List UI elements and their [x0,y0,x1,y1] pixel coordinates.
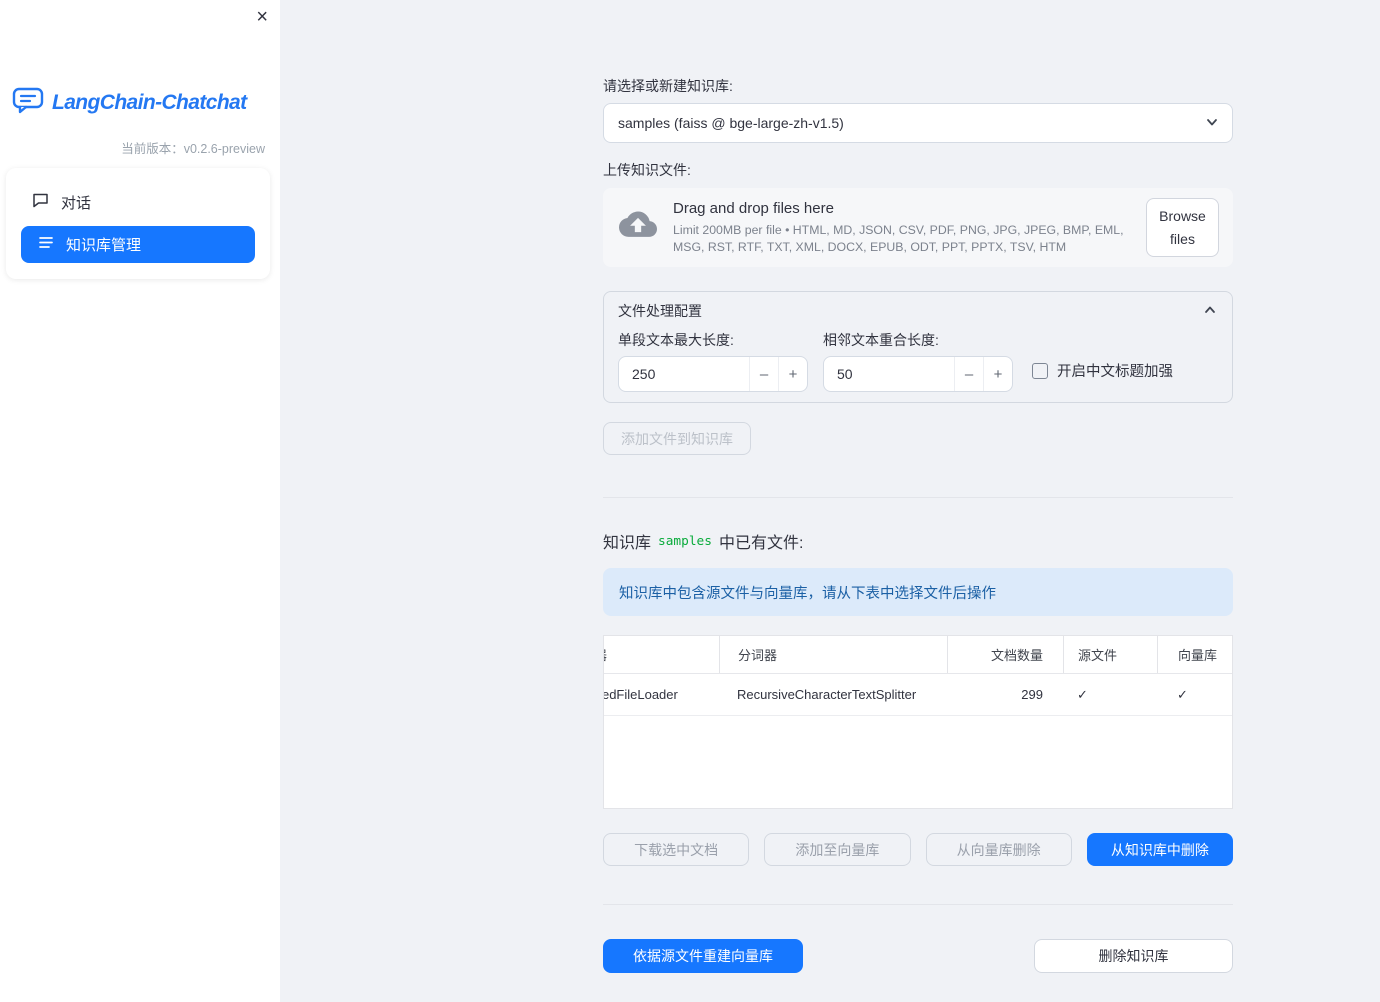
kb-files-table[interactable]: 文档加载器 分词器 文档数量 源文件 向量库 UnstructuredFileL… [603,635,1233,809]
overlap-size-input[interactable]: 50 – + [823,356,1013,392]
table-header-row: 文档加载器 分词器 文档数量 源文件 向量库 [604,636,1232,674]
chevron-up-icon [1202,302,1218,321]
delete-kb-button[interactable]: 删除知识库 [1034,939,1233,973]
kb-name-code: samples [658,533,712,549]
kb-selectbox[interactable]: samples (faiss @ bge-large-zh-v1.5) [603,103,1233,143]
file-config-expander: 文件处理配置 单段文本最大长度: 250 – + 相邻文本重合长度: 50 – … [603,291,1233,403]
main-area: 请选择或新建知识库: samples (faiss @ bge-large-zh… [280,0,1380,1002]
overlap-size-group: 相邻文本重合长度: 50 – + [823,330,1013,392]
cell-loader: UnstructuredFileLoader [604,687,678,702]
overlap-size-increment-button[interactable]: + [983,357,1012,391]
chat-bubble-icon [32,192,49,212]
existing-files-prefix: 知识库 [603,535,652,552]
file-actions-row: 下载选中文档 添加至向量库 从向量库删除 从知识库中删除 [603,833,1233,866]
version-label: 当前版本：v0.2.6-preview [121,142,265,156]
cell-splitter: RecursiveCharacterTextSplitter [737,687,917,702]
chunk-size-decrement-button[interactable]: – [749,357,778,391]
chunk-size-input[interactable]: 250 – + [618,356,808,392]
zh-title-enhance-checkbox[interactable]: 开启中文标题加强 [1032,360,1173,381]
col-header-doc-count: 文档数量 [947,636,1063,673]
chunk-size-group: 单段文本最大长度: 250 – + [618,330,808,392]
browse-files-button[interactable]: Browse files [1146,198,1219,257]
col-header-source: 源文件 [1063,636,1157,673]
zh-title-enhance-label: 开启中文标题加强 [1057,364,1173,380]
existing-files-line: 知识库 samples 中已有文件: [603,529,1233,553]
kb-select-label: 请选择或新建知识库: [603,78,733,94]
add-to-vector-button[interactable]: 添加至向量库 [764,833,911,866]
sidebar-close-icon[interactable]: × [256,4,268,30]
col-header-splitter: 分词器 [719,636,947,673]
list-icon [38,235,54,254]
sidebar-item-label: 对话 [61,194,92,212]
drag-drop-text: Drag and drop files here [673,199,834,217]
chat-logo-icon [12,86,44,119]
upload-limit-text: Limit 200MB per file • HTML, MD, JSON, C… [673,222,1124,254]
chunk-size-label: 单段文本最大长度: [618,332,734,348]
file-config-expander-header[interactable]: 文件处理配置 [604,292,1232,330]
col-header-loader: 文档加载器 [604,636,719,673]
cloud-upload-icon [619,211,657,244]
sidebar-menu: 对话 知识库管理 [6,168,270,279]
overlap-size-value: 50 [837,366,853,382]
app-title: LangChain-Chatchat [52,90,247,114]
file-config-body: 单段文本最大长度: 250 – + 相邻文本重合长度: 50 – + 开启中文标… [604,330,1232,402]
chunk-size-value: 250 [632,366,656,382]
uploader-text-block: Drag and drop files here Limit 200MB per… [673,200,1130,255]
sidebar-item-dialogue[interactable]: 对话 [6,182,270,222]
delete-from-kb-button[interactable]: 从知识库中删除 [1086,833,1233,866]
rebuild-vector-store-button[interactable]: 依据源文件重建向量库 [603,939,803,973]
content-column: 请选择或新建知识库: samples (faiss @ bge-large-zh… [603,0,1233,973]
overlap-size-decrement-button[interactable]: – [954,357,983,391]
sidebar-item-knowledge-base[interactable]: 知识库管理 [21,226,255,263]
col-header-vector: 向量库 [1157,636,1232,673]
delete-from-vector-button[interactable]: 从向量库删除 [925,833,1072,866]
cell-doc-count: 299 [1021,687,1043,702]
kb-manage-row: 依据源文件重建向量库 删除知识库 [603,939,1233,973]
cell-source-check: ✓ [1077,686,1088,702]
divider [603,497,1233,498]
kb-selectbox-value: samples (faiss @ bge-large-zh-v1.5) [618,115,844,131]
cell-vector-check: ✓ [1177,686,1188,702]
info-banner: 知识库中包含源文件与向量库，请从下表中选择文件后操作 [603,568,1233,616]
table-row[interactable]: UnstructuredFileLoader RecursiveCharacte… [604,674,1232,716]
info-banner-text: 知识库中包含源文件与向量库，请从下表中选择文件后操作 [619,585,996,602]
app-logo: LangChain-Chatchat [12,86,247,119]
file-uploader-dropzone[interactable]: Drag and drop files here Limit 200MB per… [603,188,1233,267]
chevron-down-icon [1204,114,1220,133]
checkbox-icon[interactable] [1032,362,1048,379]
sidebar-item-label: 知识库管理 [66,237,142,254]
divider [603,904,1233,905]
chunk-size-increment-button[interactable]: + [778,357,807,391]
add-files-to-kb-button[interactable]: 添加文件到知识库 [603,422,751,455]
file-config-title: 文件处理配置 [618,303,702,319]
existing-files-suffix: 中已有文件: [718,535,804,552]
download-selected-button[interactable]: 下载选中文档 [603,833,750,866]
sidebar: × LangChain-Chatchat 当前版本：v0.2.6-preview… [0,0,280,1002]
overlap-size-label: 相邻文本重合长度: [823,332,939,348]
upload-label: 上传知识文件: [603,162,691,178]
kb-files-table-inner: 文档加载器 分词器 文档数量 源文件 向量库 UnstructuredFileL… [604,636,1232,716]
